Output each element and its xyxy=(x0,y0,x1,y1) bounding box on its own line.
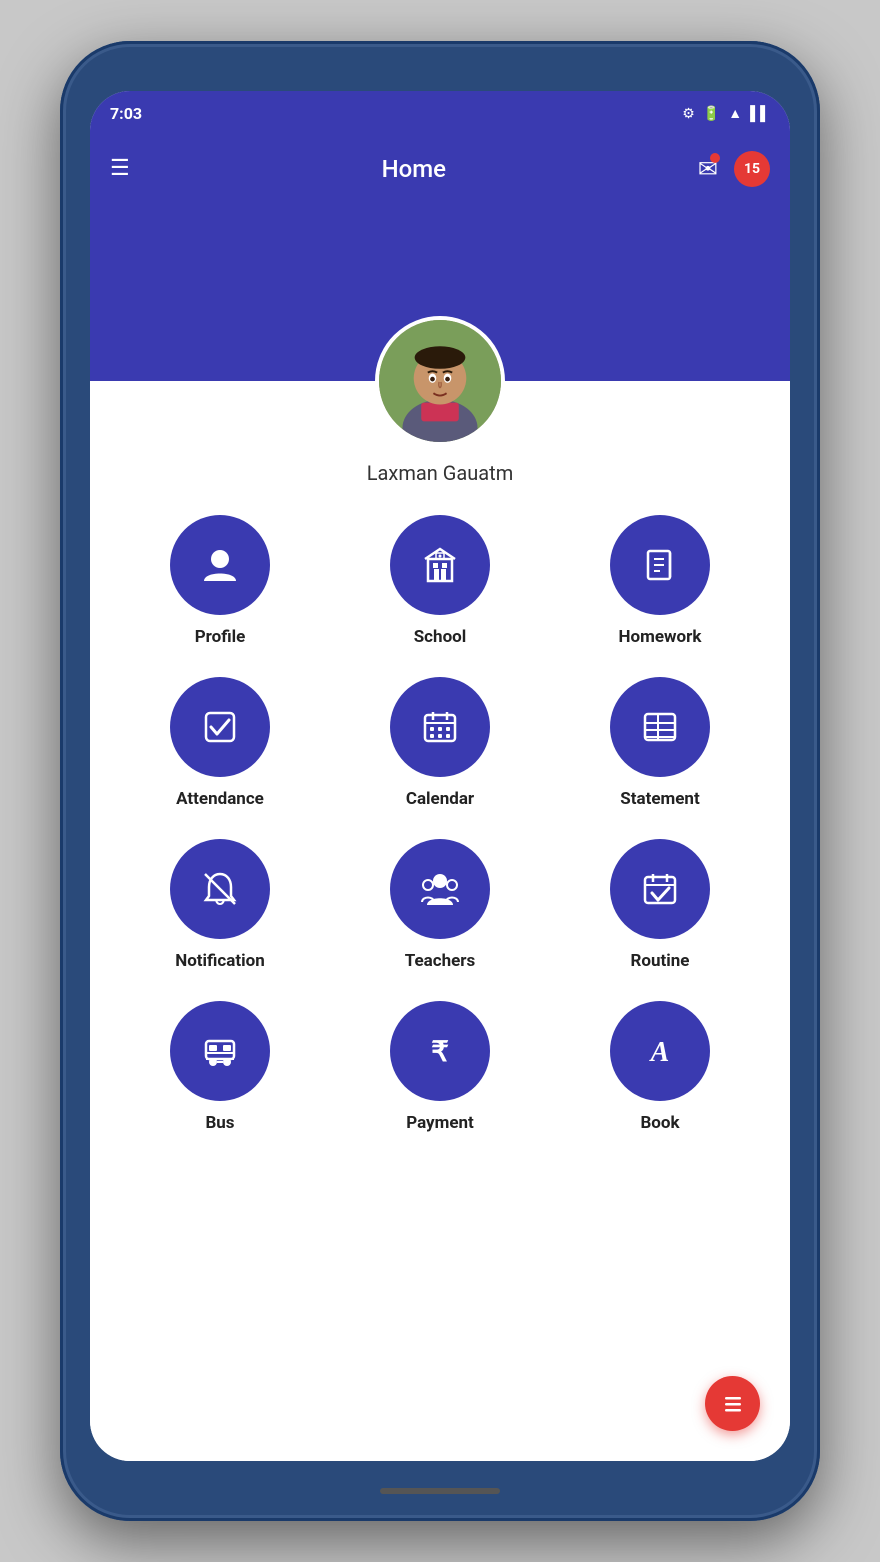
teachers-label: Teachers xyxy=(405,951,476,971)
hamburger-menu-button[interactable]: ☰ xyxy=(110,156,130,181)
grid-item-attendance[interactable]: Attendance xyxy=(120,677,320,809)
grid-item-school[interactable]: School xyxy=(340,515,540,647)
header-actions: ✉ 15 xyxy=(698,151,770,187)
profile-icon-circle xyxy=(170,515,270,615)
menu-grid: Profile School Homework Attendance Calen… xyxy=(90,515,790,1163)
payment-label: Payment xyxy=(406,1113,474,1133)
bus-label: Bus xyxy=(205,1113,234,1133)
homework-icon-circle xyxy=(610,515,710,615)
grid-item-homework[interactable]: Homework xyxy=(560,515,760,647)
teachers-icon-circle xyxy=(390,839,490,939)
notification-icon-circle xyxy=(170,839,270,939)
book-icon-circle: A xyxy=(610,1001,710,1101)
grid-item-book[interactable]: A Book xyxy=(560,1001,760,1133)
school-icon-circle xyxy=(390,515,490,615)
profile-label: Profile xyxy=(195,627,246,647)
calendar-icon-circle xyxy=(390,677,490,777)
content-area: Laxman Gauatm Profile School Homework At… xyxy=(90,381,790,1461)
grid-item-notification[interactable]: Notification xyxy=(120,839,320,971)
routine-label: Routine xyxy=(631,951,690,971)
grid-item-profile[interactable]: Profile xyxy=(120,515,320,647)
grid-item-calendar[interactable]: Calendar xyxy=(340,677,540,809)
school-label: School xyxy=(414,627,467,647)
avatar xyxy=(375,316,505,446)
battery-saver-icon: 🔋 xyxy=(703,106,720,122)
user-name: Laxman Gauatm xyxy=(367,461,513,485)
routine-icon-circle xyxy=(610,839,710,939)
fab-menu-button[interactable] xyxy=(705,1376,760,1431)
grid-item-bus[interactable]: Bus xyxy=(120,1001,320,1133)
attendance-icon-circle xyxy=(170,677,270,777)
phone-frame: 7:03 ⚙ 🔋 ▲ ▌▌ ☰ Home ✉ 15 xyxy=(60,41,820,1521)
bus-icon-circle xyxy=(170,1001,270,1101)
header: ☰ Home ✉ 15 xyxy=(90,136,790,201)
grid-item-statement[interactable]: Statement xyxy=(560,677,760,809)
mail-button[interactable]: ✉ xyxy=(698,155,718,183)
attendance-label: Attendance xyxy=(176,789,264,809)
wifi-icon: ▲ xyxy=(728,105,742,122)
signal-icon: ▌▌ xyxy=(750,105,770,122)
statement-label: Statement xyxy=(620,789,699,809)
payment-icon-circle: ₹ xyxy=(390,1001,490,1101)
svg-text:₹: ₹ xyxy=(431,1036,449,1067)
status-bar: 7:03 ⚙ 🔋 ▲ ▌▌ xyxy=(90,91,790,136)
home-indicator xyxy=(380,1461,500,1521)
homework-label: Homework xyxy=(619,627,702,647)
grid-item-payment[interactable]: ₹ Payment xyxy=(340,1001,540,1133)
book-label: Book xyxy=(640,1113,679,1133)
grid-item-teachers[interactable]: Teachers xyxy=(340,839,540,971)
calendar-label: Calendar xyxy=(406,789,474,809)
notification-label: Notification xyxy=(175,951,265,971)
mail-dot-badge xyxy=(710,153,720,163)
status-icons: ⚙ 🔋 ▲ ▌▌ xyxy=(682,105,770,122)
settings-status-icon: ⚙ xyxy=(682,106,695,122)
statement-icon-circle xyxy=(610,677,710,777)
page-title: Home xyxy=(382,155,446,183)
grid-item-routine[interactable]: Routine xyxy=(560,839,760,971)
home-bar xyxy=(380,1488,500,1494)
svg-text:A: A xyxy=(649,1037,670,1068)
screen: 7:03 ⚙ 🔋 ▲ ▌▌ ☰ Home ✉ 15 xyxy=(90,91,790,1461)
status-time: 7:03 xyxy=(110,104,142,123)
hero-banner xyxy=(90,201,790,381)
phone-outer: 7:03 ⚙ 🔋 ▲ ▌▌ ☰ Home ✉ 15 xyxy=(0,0,880,1562)
notification-badge-button[interactable]: 15 xyxy=(734,151,770,187)
